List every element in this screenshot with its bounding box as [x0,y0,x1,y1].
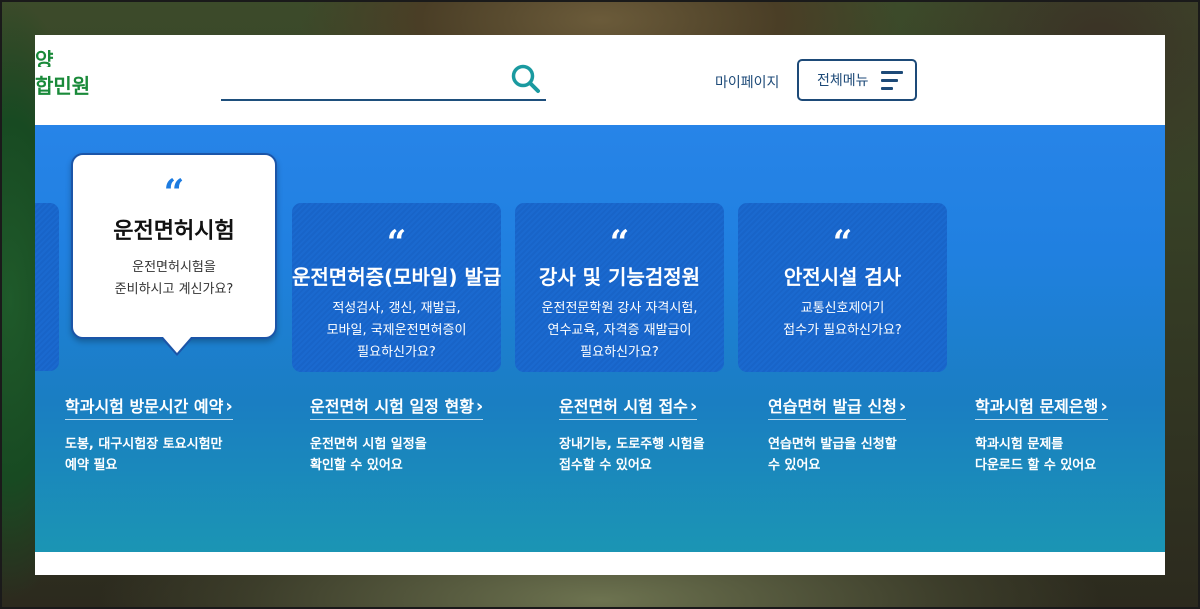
chevron-right-icon: › [1100,396,1108,417]
chevron-right-icon: › [898,396,907,417]
link-test-application[interactable]: 운전면허 시험 접수 › 장내기능, 도로주행 시험을 접수할 수 있어요 [559,393,705,476]
card-desc: 교통신호제어기 접수가 필요하신가요? [783,301,902,338]
card-driving-test[interactable]: “ 운전면허시험 운전면허시험을 준비하시고 계신가요? [71,153,277,356]
link-title[interactable]: 운전면허 시험 접수 › [559,393,698,420]
my-page-link[interactable]: 마이페이지 [715,72,779,92]
link-learner-permit[interactable]: 연습면허 발급 신청 › 연습면허 발급을 신청할 수 있어요 [768,393,907,476]
card-title: 강사 및 기능검정원 [538,265,701,289]
link-desc: 장내기능, 도로주행 시험을 접수할 수 있어요 [559,437,705,473]
site-logo[interactable]: 양 합민원 [35,48,95,99]
quote-icon: “ [386,223,407,263]
all-menu-button[interactable]: 전체메뉴 [797,59,917,101]
card-instructor[interactable]: “ 강사 및 기능검정원 운전전문학원 강사 자격시험, 연수교육, 자격증 재… [515,203,724,372]
link-desc: 운전면허 시험 일정을 확인할 수 있어요 [310,437,427,473]
card-previous[interactable] [35,203,59,371]
quote-icon: “ [163,172,185,214]
card-safety-inspection[interactable]: “ 안전시설 검사 교통신호제어기 접수가 필요하신가요? [738,203,947,372]
link-title[interactable]: 학과시험 문제은행 › [975,393,1108,420]
card-title: 운전면허증(모바일) 발급 [292,265,502,289]
chevron-right-icon: › [689,396,698,417]
link-title[interactable]: 운전면허 시험 일정 현황 › [310,393,484,420]
card-license-issuance[interactable]: “ 운전면허증(모바일) 발급 적성검사, 갱신, 재발급, 모바일, 국제운전… [292,203,501,372]
link-title[interactable]: 연습면허 발급 신청 › [768,393,907,420]
logo-line2: 합민원 [35,74,91,98]
app-window: 양 합민원 마이페이지 전체메뉴 “ 운전면허시험 운전면허시험을 준비하시고 … [35,35,1165,575]
service-panel: “ 운전면허시험 운전면허시험을 준비하시고 계신가요? “ 운전면허증(모바일… [35,125,1165,552]
card-desc: 운전전문학원 강사 자격시험, 연수교육, 자격증 재발급이 필요하신가요? [541,301,698,360]
card-title: 안전시설 검사 [783,265,902,289]
link-title[interactable]: 학과시험 방문시간 예약 › [65,393,233,420]
link-visit-reservation[interactable]: 학과시험 방문시간 예약 › 도봉, 대구시험장 토요시험만 예약 필요 [65,393,233,476]
quote-icon: “ [609,223,630,263]
logo-line1: 양 [35,48,54,67]
link-desc: 학과시험 문제를 다운로드 할 수 있어요 [975,437,1097,473]
link-test-schedule[interactable]: 운전면허 시험 일정 현황 › 운전면허 시험 일정을 확인할 수 있어요 [310,393,484,476]
link-desc: 연습면허 발급을 신청할 수 있어요 [768,437,897,473]
card-title: 운전면허시험 [113,219,235,244]
chevron-right-icon: › [475,396,484,417]
link-question-bank[interactable]: 학과시험 문제은행 › 학과시험 문제를 다운로드 할 수 있어요 [975,393,1108,476]
site-header: 양 합민원 마이페이지 전체메뉴 [35,35,1165,125]
search-icon[interactable] [510,63,542,95]
card-desc: 운전면허시험을 준비하시고 계신가요? [114,260,234,297]
chevron-right-icon: › [225,396,233,417]
card-desc: 적성검사, 갱신, 재발급, 모바일, 국제운전면허증이 필요하신가요? [326,301,467,360]
hamburger-icon [881,71,903,91]
quote-icon: “ [832,223,853,263]
search-bar [221,61,546,101]
all-menu-label: 전체메뉴 [817,73,869,89]
search-input[interactable] [221,61,501,97]
link-desc: 도봉, 대구시험장 토요시험만 예약 필요 [65,437,223,473]
